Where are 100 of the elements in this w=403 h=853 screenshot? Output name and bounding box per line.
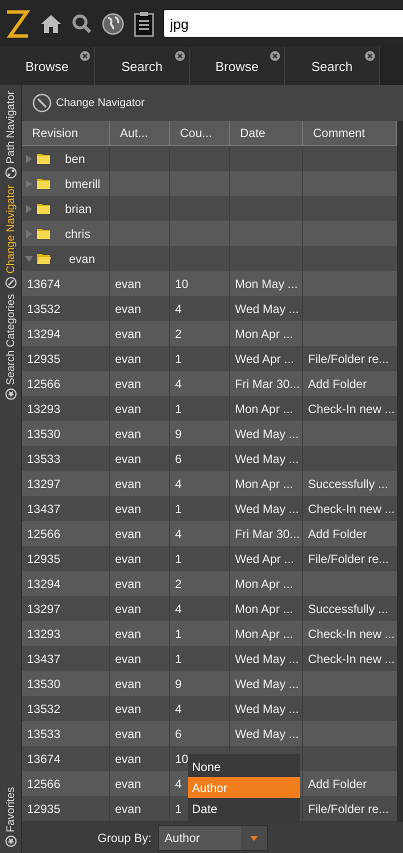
table-cell: Wed Apr ... — [235, 552, 294, 566]
table-cell: evan — [115, 702, 142, 716]
table-cell: Wed May ... — [235, 426, 299, 440]
table-cell: 13530 — [27, 676, 60, 690]
table-cell: Mon Apr ... — [235, 402, 294, 416]
table-cell: evan — [115, 276, 142, 290]
table-cell: 13293 — [27, 626, 60, 640]
table-cell: Add Folder — [308, 526, 367, 540]
table-cell: 12935 — [27, 352, 60, 366]
table-cell: 2 — [175, 576, 182, 590]
table-cell: evan — [115, 452, 142, 466]
table-cell: Add Folder — [308, 376, 367, 390]
group-name: ben — [65, 152, 86, 166]
table-cell: Fri Mar 30... — [235, 376, 300, 390]
table-cell: 4 — [175, 702, 182, 716]
table-cell: Mon Apr ... — [235, 602, 294, 616]
table-cell: Check-In new ... — [308, 402, 395, 416]
table-cell: 10 — [175, 276, 188, 290]
table-cell: 13532 — [27, 302, 60, 316]
table-cell: 4 — [175, 376, 182, 390]
table-cell: Mon Apr ... — [235, 326, 294, 340]
table-cell: 4 — [175, 526, 182, 540]
group-name: chris — [65, 226, 90, 240]
table-cell: evan — [115, 726, 142, 740]
table-cell: 1 — [175, 652, 182, 666]
table-cell: 12935 — [27, 802, 60, 816]
table-cell: Fri Mar 30... — [235, 526, 300, 540]
table-cell: Successfully ... — [308, 476, 388, 490]
table-cell: Wed May ... — [235, 452, 299, 466]
table-cell: Wed May ... — [235, 726, 299, 740]
table-cell: evan — [115, 752, 142, 766]
group-name: evan — [69, 252, 96, 266]
table-cell: 13674 — [27, 276, 60, 290]
table-cell: 13293 — [27, 402, 60, 416]
table-cell: evan — [115, 352, 142, 366]
table-cell: 4 — [175, 476, 182, 490]
table-cell: Mon Apr ... — [235, 576, 294, 590]
table-cell: 13437 — [27, 502, 60, 516]
table-cell: Mon May ... — [235, 276, 298, 290]
table-cell: 13297 — [27, 476, 60, 490]
table-cell: evan — [115, 402, 142, 416]
table-cell: 9 — [175, 676, 182, 690]
table-cell: Wed May ... — [235, 502, 299, 516]
table-cell: evan — [115, 576, 142, 590]
table-cell: Wed May ... — [235, 702, 299, 716]
table-cell: File/Folder re... — [308, 802, 389, 816]
table-cell: File/Folder re... — [308, 552, 389, 566]
table-cell: 1 — [175, 802, 182, 816]
table-cell: 6 — [175, 726, 182, 740]
table-cell: Check-In new ... — [308, 502, 395, 516]
table-cell: 13674 — [27, 752, 60, 766]
table-cell: evan — [115, 502, 142, 516]
panel-title: Change Navigator — [56, 97, 145, 109]
table-cell: 4 — [175, 302, 182, 316]
table-cell: 1 — [175, 552, 182, 566]
table-cell: evan — [115, 602, 142, 616]
table-cell: Add Folder — [308, 776, 367, 790]
table-cell: evan — [115, 802, 142, 816]
table-cell: 13530 — [27, 426, 60, 440]
table-cell: 1 — [175, 626, 182, 640]
table-cell: Check-In new ... — [308, 652, 395, 666]
group-name: brian — [65, 202, 92, 216]
group-by-label: Group By: — [97, 830, 152, 844]
table-cell: Wed May ... — [235, 652, 299, 666]
table-cell: 12935 — [27, 552, 60, 566]
table-cell: 13532 — [27, 702, 60, 716]
table-cell: evan — [115, 776, 142, 790]
table-cell: 10 — [175, 752, 188, 766]
table-cell: 13533 — [27, 726, 60, 740]
table-cell: Wed May ... — [235, 676, 299, 690]
table-cell: evan — [115, 652, 142, 666]
table-cell: 6 — [175, 452, 182, 466]
table-cell: 12566 — [27, 526, 60, 540]
table-cell: evan — [115, 426, 142, 440]
table-cell: 12566 — [27, 376, 60, 390]
table-cell: 13294 — [27, 326, 60, 340]
table-cell: 13297 — [27, 602, 60, 616]
table-cell: Check-In new ... — [308, 626, 395, 640]
table-cell: 13294 — [27, 576, 60, 590]
table-cell: 13437 — [27, 652, 60, 666]
table-cell: 9 — [175, 426, 182, 440]
table-cell: Successfully ... — [308, 602, 388, 616]
table-cell: Wed Apr ... — [235, 352, 294, 366]
group-name: bmerill — [65, 176, 100, 190]
table-cell: evan — [115, 626, 142, 640]
table-cell: 1 — [175, 402, 182, 416]
table-cell: 4 — [175, 602, 182, 616]
table-cell: 13533 — [27, 452, 60, 466]
table-cell: 2 — [175, 326, 182, 340]
table-cell: 4 — [175, 776, 182, 790]
table-cell: File/Folder re... — [308, 352, 389, 366]
table-cell: Mon Apr ... — [235, 476, 294, 490]
table-cell: Wed May ... — [235, 302, 299, 316]
table-cell: evan — [115, 676, 142, 690]
table-cell: evan — [115, 476, 142, 490]
table-cell: Mon Apr ... — [235, 626, 294, 640]
table-cell: evan — [115, 302, 142, 316]
table-cell: evan — [115, 552, 142, 566]
table-cell: 1 — [175, 352, 182, 366]
table-cell: evan — [115, 526, 142, 540]
